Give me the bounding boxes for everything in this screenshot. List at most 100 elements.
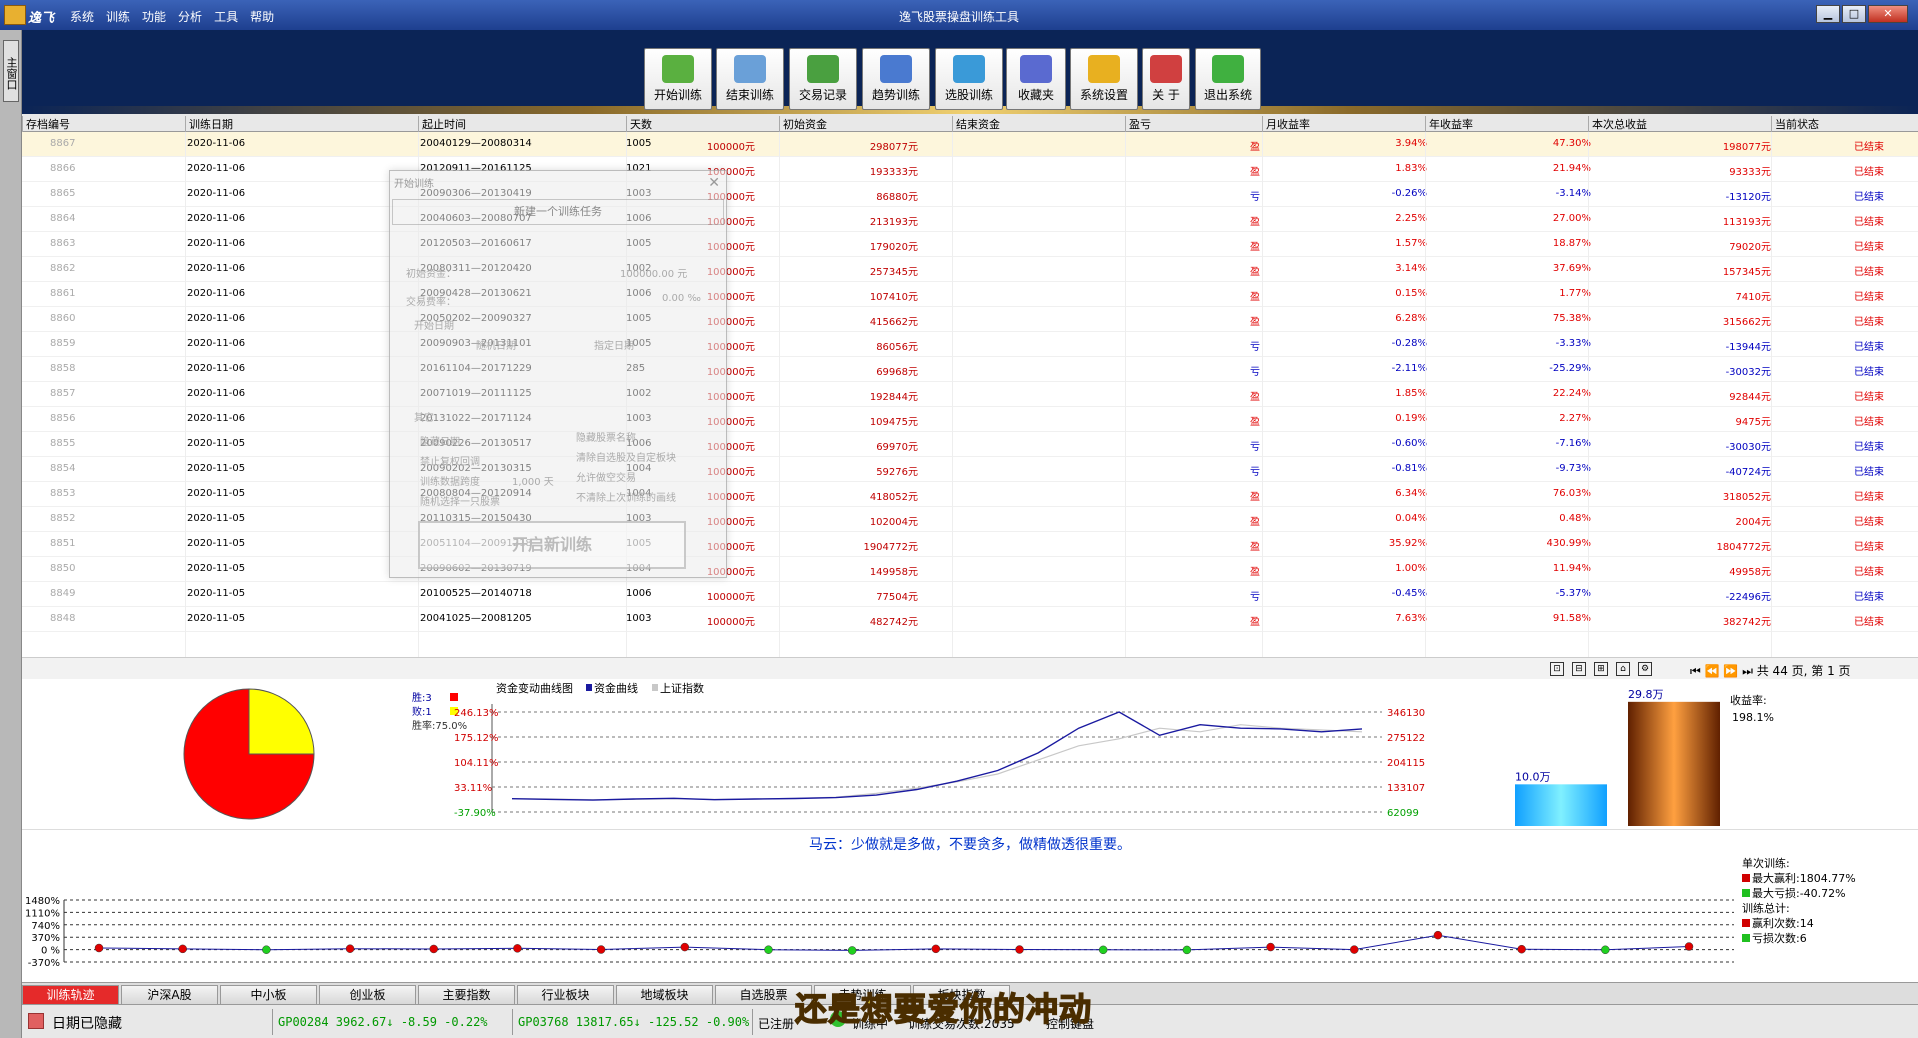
cell-end: 213193元: [869, 217, 918, 228]
cell-mr: 1.83%: [1395, 163, 1427, 174]
cell-st: 已结束: [1854, 192, 1884, 203]
col-header-id[interactable]: 存档编号: [22, 116, 182, 132]
table-row[interactable]: 88502020-11-0520090602—20130719100410000…: [22, 557, 1918, 582]
close-button[interactable]: ✕: [1868, 5, 1908, 23]
opt-period-checkbox[interactable]: 训练数据跨度: [420, 473, 480, 488]
tool-export-icon[interactable]: ⊟: [1572, 662, 1586, 676]
cell-date: 2020-11-06: [187, 338, 246, 349]
table-row[interactable]: 88632020-11-0620120503—20160617100510000…: [22, 232, 1918, 257]
cell-st: 已结束: [1854, 592, 1884, 603]
tab-1[interactable]: 沪深A股: [121, 985, 218, 1005]
cell-end: 109475元: [869, 417, 918, 428]
tab-5[interactable]: 行业板块: [517, 985, 614, 1005]
table-row[interactable]: 88562020-11-0620131022—20171124100310000…: [22, 407, 1918, 432]
table-row[interactable]: 88552020-11-0520090226—20130517100610000…: [22, 432, 1918, 457]
table-row[interactable]: 88592020-11-0620090903—20131101100510000…: [22, 332, 1918, 357]
toolbar-button-0[interactable]: 开始训练: [644, 48, 712, 110]
toolbar-button-2[interactable]: 交易记录: [789, 48, 857, 110]
opt-hide-date-checkbox[interactable]: 隐藏日期: [420, 433, 460, 448]
start-new-training-button[interactable]: 开启新训练: [418, 521, 686, 569]
cell-pl: 盈: [1250, 517, 1260, 528]
opt-random-checkbox[interactable]: 随机选择一只股票: [420, 493, 500, 508]
cell-st: 已结束: [1854, 267, 1884, 278]
toolbar-button-1[interactable]: 结束训练: [716, 48, 784, 110]
table-row[interactable]: 88512020-11-0520051104—20091218100510000…: [22, 532, 1918, 557]
cell-date: 2020-11-06: [187, 238, 246, 249]
max-profit-text: 最大赢利:1804.77%: [1752, 872, 1856, 885]
cell-yr: 37.69%: [1552, 263, 1591, 274]
table-row[interactable]: 8866 2020-11-06 20120911—20161125 1021 10000…: [22, 157, 1918, 182]
minimize-button[interactable]: ▁: [1816, 5, 1840, 23]
col-header-total[interactable]: 本次总收益: [1588, 116, 1768, 132]
random-date-radio[interactable]: 随机日期: [476, 337, 516, 352]
toolbar-button-6[interactable]: 系统设置: [1070, 48, 1138, 110]
cell-pl: 盈: [1250, 242, 1260, 253]
col-header-pl[interactable]: 盈亏: [1125, 116, 1285, 132]
col-header-date[interactable]: 训练日期: [185, 116, 415, 132]
cell-date: 2020-11-05: [187, 613, 246, 624]
table-row[interactable]: 88612020-11-0620090428—20130621100610000…: [22, 282, 1918, 307]
maximize-button[interactable]: □: [1842, 5, 1866, 23]
table-row[interactable]: 88532020-11-0520080804—20120914100410000…: [22, 482, 1918, 507]
fee-input[interactable]: 0.00 ‰: [662, 293, 701, 304]
fund-left-tick: 33.11%: [454, 783, 492, 794]
tab-4[interactable]: 主要指数: [418, 985, 515, 1005]
opt-hide-stock-checkbox[interactable]: 隐藏股票名称: [576, 429, 636, 444]
tab-6[interactable]: 地域板块: [616, 985, 713, 1005]
column-divider: [1588, 132, 1589, 657]
tool-print-icon[interactable]: ⊡: [1550, 662, 1564, 676]
col-header-days[interactable]: 天数: [626, 116, 776, 132]
specified-date-radio[interactable]: 指定日期: [594, 337, 634, 352]
table-row[interactable]: 8849 2020-11-05 20100525—20140718 1006 10000…: [22, 582, 1918, 607]
table-row[interactable]: 88582020-11-0620161104—20171229285100000…: [22, 357, 1918, 382]
table-row[interactable]: 88642020-11-0620040603—20080707100610000…: [22, 207, 1918, 232]
title-bar: 逸飞 系统 训练 功能 分析 工具 帮助 逸飞股票操盘训练工具 ▁ □ ✕: [0, 0, 1918, 30]
opt-no-clear-checkbox[interactable]: 不清除上次训练的画线: [576, 489, 676, 504]
toolbar-button-3[interactable]: 趋势训练: [862, 48, 930, 110]
cell-st: 已结束: [1854, 292, 1884, 303]
tab-0[interactable]: 训练轨迹: [22, 985, 119, 1005]
table-row[interactable]: 8867 2020-11-06 20040129—20080314 1005 10000…: [22, 132, 1918, 157]
col-header-span[interactable]: 起止时间: [418, 116, 623, 132]
cell-id: 8862: [50, 263, 76, 274]
table-row[interactable]: 88542020-11-0520090202—20130315100410000…: [22, 457, 1918, 482]
col-header-yearly[interactable]: 年收益率: [1425, 116, 1585, 132]
cell-end: 193333元: [869, 167, 918, 178]
tab-3[interactable]: 创业板: [319, 985, 416, 1005]
col-header-end[interactable]: 结束资金: [952, 116, 1122, 132]
cell-date: 2020-11-06: [187, 188, 246, 199]
table-row[interactable]: 88572020-11-0620071019—20111125100210000…: [22, 382, 1918, 407]
status-separator: [512, 1009, 513, 1035]
col-header-monthly[interactable]: 月收益率: [1262, 116, 1422, 132]
page-navigation[interactable]: ⏮ ⏪ ⏩ ⏭ 共 44 页, 第 1 页: [1690, 662, 1851, 679]
opt-clear-custom-checkbox[interactable]: 清除自选股及自定板块: [576, 449, 676, 464]
toolbar-button-8[interactable]: 退出系统: [1195, 48, 1261, 110]
tab-2[interactable]: 中小板: [220, 985, 317, 1005]
table-row[interactable]: 88652020-11-0620090306—20130419100310000…: [22, 182, 1918, 207]
cell-tot: -30030元: [1725, 442, 1771, 453]
column-divider: [1262, 132, 1263, 657]
table-row[interactable]: 88622020-11-0620080311—20120420100210000…: [22, 257, 1918, 282]
toolbar-button-5[interactable]: 收藏夹: [1006, 48, 1066, 110]
profit-count: 赢利次数:14: [1742, 916, 1856, 931]
table-row[interactable]: 8848 2020-11-05 20041025—20081205 1003 10000…: [22, 607, 1918, 632]
toolbar-button-7[interactable]: 关 于: [1142, 48, 1190, 110]
col-header-status[interactable]: 当前状态: [1771, 116, 1911, 132]
opt-short-checkbox[interactable]: 允许做空交易: [576, 469, 636, 484]
initial-capital-input[interactable]: 100000.00 元: [620, 265, 687, 280]
table-row[interactable]: 88602020-11-0620050202—20090327100510000…: [22, 307, 1918, 332]
opt-adjust-checkbox[interactable]: 禁止复权回调: [420, 453, 480, 468]
toolbar-button-label: 退出系统: [1203, 88, 1252, 102]
main-window-tab[interactable]: 主窗口: [3, 40, 19, 102]
about-icon: [1150, 55, 1182, 83]
dialog-close-icon[interactable]: ✕: [708, 175, 720, 191]
toolbar-button-4[interactable]: 选股训练: [935, 48, 1003, 110]
tool-delete-icon[interactable]: ⌂: [1616, 662, 1630, 676]
opt-period-input[interactable]: 1,000 天: [512, 473, 554, 488]
tool-save-icon[interactable]: ⊞: [1594, 662, 1608, 676]
cell-end: 59276元: [876, 467, 918, 478]
table-row[interactable]: 88522020-11-0520110315—20150430100310000…: [22, 507, 1918, 532]
cell-mr: 6.34%: [1395, 488, 1427, 499]
col-header-init[interactable]: 初始资金: [779, 116, 949, 132]
tool-settings-icon[interactable]: ⚙: [1638, 662, 1652, 676]
